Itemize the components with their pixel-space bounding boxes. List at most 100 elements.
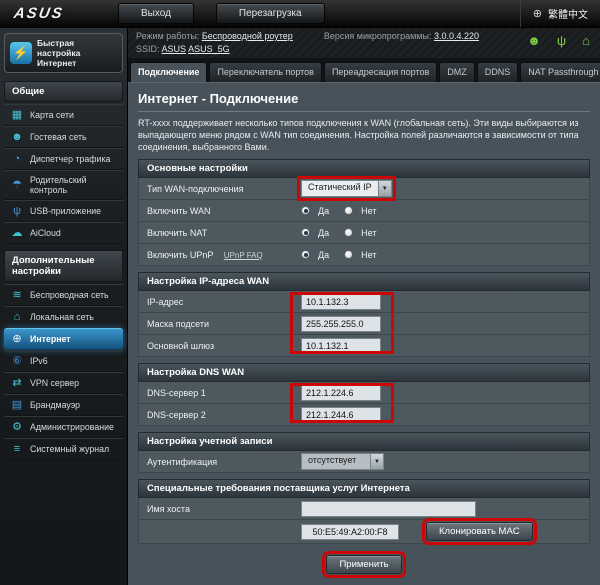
section-header: Настройка IP-адреса WAN — [138, 272, 590, 291]
ssid-5-link[interactable]: ASUS_5G — [188, 44, 230, 54]
enable-nat-yes-radio[interactable] — [301, 228, 310, 237]
quick-setup-button[interactable]: ⚡ Быстрая настройка Интернет — [4, 33, 123, 73]
sidebar-item-wireless[interactable]: ≋ Беспроводная сеть — [4, 284, 123, 306]
isp-special-section: Специальные требования поставщика услуг … — [138, 479, 590, 544]
mode-label: Режим работы: — [136, 31, 199, 41]
ip-address-label: IP-адрес — [139, 294, 297, 310]
sidebar-item-guest-network[interactable]: ☻ Гостевая сеть — [4, 126, 123, 148]
enable-upnp-yes-radio[interactable] — [301, 250, 310, 259]
sidebar-item-ipv6[interactable]: ⑥ IPv6 — [4, 350, 123, 372]
ipv6-icon: ⑥ — [10, 355, 24, 367]
globe-icon: ⊕ — [533, 7, 542, 20]
auth-select[interactable]: отсутствует ▼ — [301, 453, 384, 470]
usb-icon: ψ — [10, 205, 24, 217]
usb-status-icon[interactable]: ψ — [557, 33, 566, 48]
ip-address-input[interactable] — [301, 294, 381, 310]
wan-ip-section: Настройка IP-адреса WAN IP-адрес Маска п… — [138, 272, 590, 357]
basic-settings-section: Основные настройки Тип WAN-подключения С… — [138, 159, 590, 266]
sidebar-item-administration[interactable]: ⚙ Администрирование — [4, 416, 123, 438]
enable-upnp-label: Включить UPnP UPnP FAQ — [139, 247, 297, 263]
dns2-label: DNS-сервер 2 — [139, 407, 297, 423]
gateway-input[interactable] — [301, 338, 381, 354]
network-map-icon: ▦ — [10, 109, 24, 121]
sidebar-header-advanced: Дополнительные настройки — [4, 250, 123, 282]
sidebar: ⚡ Быстрая настройка Интернет Общие ▦ Кар… — [0, 28, 128, 585]
sidebar-item-aicloud[interactable]: ☁ AiCloud — [4, 222, 123, 244]
yes-label: Да — [318, 228, 329, 238]
sidebar-item-network-map[interactable]: ▦ Карта сети — [4, 104, 123, 126]
wan-type-row: Тип WAN-подключения Статический IP ▼ — [138, 178, 590, 200]
tab-port-trigger[interactable]: Переключатель портов — [209, 62, 322, 82]
page-description: RT-хххх поддерживает несколько типов под… — [138, 117, 590, 153]
subnet-mask-input[interactable] — [301, 316, 381, 332]
dns1-input[interactable] — [301, 385, 381, 401]
ssid-label: SSID: — [136, 44, 160, 54]
ssid-24-link[interactable]: ASUS — [162, 44, 187, 54]
enable-wan-yes-radio[interactable] — [301, 206, 310, 215]
sidebar-item-label: Родительский контроль — [30, 175, 119, 195]
wan-type-value: Статический IP — [302, 181, 378, 196]
right-column: Режим работы: Беспроводной роутер Версия… — [128, 28, 600, 585]
enable-nat-no-radio[interactable] — [344, 228, 353, 237]
apply-button[interactable]: Применить — [326, 555, 401, 574]
upnp-label-text: Включить UPnP — [147, 250, 213, 260]
hostname-input[interactable] — [301, 501, 476, 517]
cloud-icon: ☁ — [10, 227, 24, 239]
clone-mac-button[interactable]: Клонировать MAC — [426, 522, 533, 541]
enable-upnp-no-radio[interactable] — [344, 250, 353, 259]
sidebar-item-parental-control[interactable]: ☂ Родительский контроль — [4, 170, 123, 200]
mac-row: Клонировать MAC — [138, 520, 590, 544]
tab-ddns[interactable]: DDNS — [477, 62, 519, 82]
enable-wan-no-radio[interactable] — [344, 206, 353, 215]
sidebar-item-system-log[interactable]: ≡ Системный журнал — [4, 438, 123, 460]
dns1-row: DNS-сервер 1 — [138, 382, 590, 404]
language-label: 繁體中文 — [548, 6, 588, 21]
sidebar-item-usb-application[interactable]: ψ USB-приложение — [4, 200, 123, 222]
reboot-button[interactable]: Перезагрузка — [216, 3, 325, 24]
dns1-label: DNS-сервер 1 — [139, 385, 297, 401]
firmware-label: Версия микропрограммы: — [324, 31, 432, 41]
sidebar-item-firewall[interactable]: ▤ Брандмауэр — [4, 394, 123, 416]
no-label: Нет — [361, 206, 376, 216]
mac-input[interactable] — [301, 524, 399, 540]
tab-port-forwarding[interactable]: Переадресация портов — [324, 62, 437, 82]
sidebar-item-traffic-manager[interactable]: ◔ Диспетчер трафика — [4, 148, 123, 170]
gateway-label: Основной шлюз — [139, 338, 297, 354]
parental-control-icon: ☂ — [10, 179, 24, 191]
sidebar-item-label: Брандмауэр — [30, 400, 80, 410]
hostname-label: Имя хоста — [139, 501, 297, 517]
yes-label: Да — [318, 250, 329, 260]
main-content: Интернет - Подключение RT-хххх поддержив… — [128, 82, 600, 585]
apply-area: Применить — [138, 554, 590, 574]
ip-address-row: IP-адрес — [138, 291, 590, 313]
wifi-icon: ≋ — [10, 289, 24, 301]
upnp-faq-link[interactable]: UPnP FAQ — [224, 251, 263, 260]
enable-wan-row: Включить WAN Да Нет — [138, 200, 590, 222]
sidebar-item-label: AiCloud — [30, 228, 61, 238]
sidebar-item-label: Карта сети — [30, 110, 74, 120]
sidebar-item-label: Беспроводная сеть — [30, 290, 109, 300]
firmware-value-link[interactable]: 3.0.0.4.220 — [434, 31, 479, 41]
sidebar-item-lan[interactable]: ⌂ Локальная сеть — [4, 306, 123, 328]
sidebar-header-general: Общие — [4, 81, 123, 102]
page-title: Интернет - Подключение — [138, 88, 590, 112]
tab-connection[interactable]: Подключение — [130, 62, 207, 82]
hostname-row: Имя хоста — [138, 498, 590, 520]
network-status-icon[interactable]: ⌂ — [582, 33, 590, 48]
no-label: Нет — [361, 250, 376, 260]
wan-type-label: Тип WAN-подключения — [139, 181, 297, 197]
tab-dmz[interactable]: DMZ — [439, 62, 475, 82]
mode-value-link[interactable]: Беспроводной роутер — [202, 31, 293, 41]
quick-setup-label: Быстрая настройка Интернет — [37, 38, 117, 68]
sidebar-item-wan[interactable]: ⊕ Интернет — [4, 328, 123, 350]
clients-icon[interactable]: ☻ — [527, 33, 541, 48]
sidebar-item-vpn[interactable]: ⇄ VPN сервер — [4, 372, 123, 394]
logout-button[interactable]: Выход — [118, 3, 194, 24]
tab-nat-passthrough[interactable]: NAT Passthrough — [520, 62, 600, 82]
language-selector[interactable]: ⊕ 繁體中文 — [520, 0, 600, 27]
dns2-input[interactable] — [301, 407, 381, 423]
sidebar-item-label: Локальная сеть — [30, 312, 94, 322]
wan-type-select[interactable]: Статический IP ▼ — [301, 180, 392, 197]
dns-section: Настройка DNS WAN DNS-сервер 1 DNS-серве… — [138, 363, 590, 426]
enable-nat-label: Включить NAT — [139, 225, 297, 241]
